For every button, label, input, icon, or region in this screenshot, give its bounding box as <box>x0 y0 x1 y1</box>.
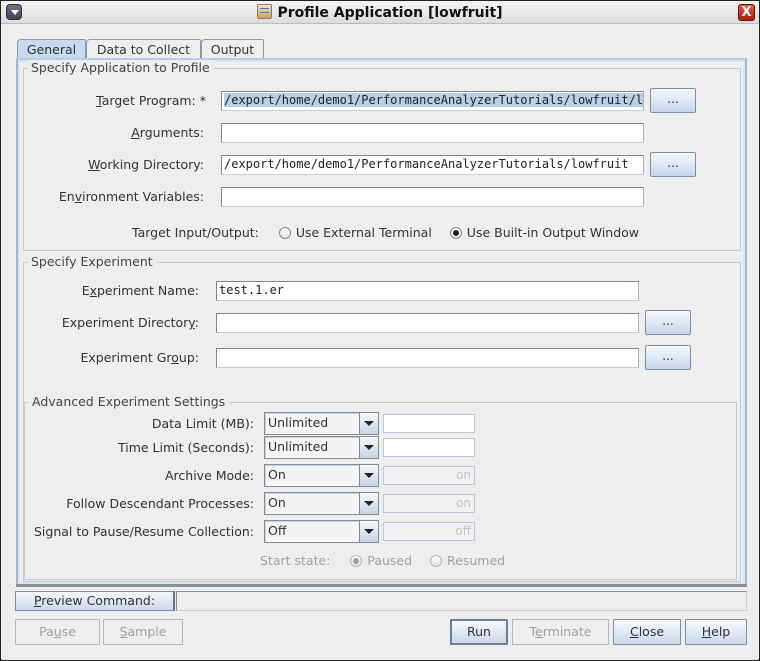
profile-application-dialog: Profile Application [lowfruit] X General… <box>0 0 760 661</box>
experiment-group-title: Specify Experiment <box>28 254 157 270</box>
start-state-label: Start state: <box>260 553 331 568</box>
radio-icon <box>430 555 443 567</box>
close-icon: X <box>741 5 752 20</box>
experiment-name-input[interactable]: test.1.er <box>216 281 639 301</box>
target-program-label: Target Program: * <box>96 93 206 108</box>
browse-working-directory-button[interactable]: ... <box>650 152 696 177</box>
help-button[interactable]: Help <box>685 619 747 645</box>
window-title: Profile Application [lowfruit] <box>277 5 503 21</box>
radio-icon <box>278 227 291 239</box>
close-button[interactable]: Close <box>613 619 681 645</box>
radio-builtin-output-window[interactable]: Use Built-in Output Window <box>449 225 639 240</box>
tab-general[interactable]: General <box>17 39 86 59</box>
radio-external-terminal[interactable]: Use External Terminal <box>278 225 432 240</box>
experiment-name-label: Experiment Name: <box>81 283 199 298</box>
follow-descendant-combo[interactable]: On <box>264 492 379 515</box>
data-limit-label: Data Limit (MB): <box>151 416 254 431</box>
browse-experiment-directory-button[interactable]: ... <box>645 310 691 335</box>
experiment-directory-label: Experiment Directory: <box>61 315 199 330</box>
data-limit-combo[interactable]: Unlimited <box>264 412 379 435</box>
environment-variables-input[interactable] <box>221 187 644 207</box>
title-bar[interactable]: Profile Application [lowfruit] X <box>1 1 759 24</box>
application-group-title: Specify Application to Profile <box>28 60 214 76</box>
archive-mode-value: On <box>265 465 360 486</box>
tab-panel-divider <box>16 584 747 587</box>
preview-command-field <box>176 591 747 611</box>
time-limit-field[interactable] <box>383 438 475 457</box>
radio-paused: Paused <box>350 553 412 568</box>
follow-descendant-label: Follow Descendant Processes: <box>66 496 254 511</box>
advanced-settings-title: Advanced Experiment Settings <box>29 394 230 410</box>
start-state-row: Start state: Paused Resumed <box>260 553 505 568</box>
signal-pause-resume-value: Off <box>265 521 360 542</box>
time-limit-label: Time Limit (Seconds): <box>117 440 254 455</box>
signal-pause-resume-field: off <box>383 522 475 541</box>
time-limit-combo[interactable]: Unlimited <box>264 436 379 459</box>
arguments-label: Arguments: <box>131 125 204 140</box>
browse-experiment-group-button[interactable]: ... <box>645 345 691 370</box>
experiment-directory-input[interactable] <box>216 313 639 333</box>
radio-checked-icon <box>350 555 363 567</box>
radio-checked-icon <box>449 227 462 239</box>
signal-pause-resume-combo[interactable]: Off <box>264 520 379 543</box>
terminate-button[interactable]: Terminate <box>512 619 609 645</box>
tab-output[interactable]: Output <box>201 39 264 59</box>
sample-button[interactable]: Sample <box>103 619 183 645</box>
target-program-input[interactable]: /export/home/demo1/PerformanceAnalyzerTu… <box>221 91 644 111</box>
data-limit-field[interactable] <box>383 414 475 433</box>
experiment-group-input[interactable] <box>216 348 639 368</box>
follow-descendant-value: On <box>265 493 360 514</box>
working-directory-input[interactable]: /export/home/demo1/PerformanceAnalyzerTu… <box>221 155 644 175</box>
browse-target-program-button[interactable]: ... <box>650 88 696 113</box>
target-io-label: Target Input/Output: <box>132 225 259 240</box>
chevron-down-icon[interactable] <box>360 493 378 514</box>
chevron-down-icon[interactable] <box>360 437 378 458</box>
signal-pause-resume-label: Signal to Pause/Resume Collection: <box>34 524 254 539</box>
pause-button[interactable]: Pause <box>15 619 100 645</box>
working-directory-label: Working Directory: <box>88 157 204 172</box>
follow-descendant-field: on <box>383 494 475 513</box>
time-limit-value: Unlimited <box>265 437 360 458</box>
radio-resumed: Resumed <box>430 553 505 568</box>
data-limit-value: Unlimited <box>265 413 360 434</box>
window-title-wrap: Profile Application [lowfruit] <box>1 4 759 21</box>
archive-mode-field: on <box>383 466 475 485</box>
close-window-button[interactable]: X <box>738 4 755 21</box>
app-icon <box>257 4 273 19</box>
archive-mode-label: Archive Mode: <box>164 468 254 483</box>
tab-data-to-collect[interactable]: Data to Collect <box>86 39 201 59</box>
target-io-row: Target Input/Output: Use External Termin… <box>132 225 639 240</box>
run-button[interactable]: Run <box>450 619 508 645</box>
chevron-down-icon[interactable] <box>360 465 378 486</box>
arguments-input[interactable] <box>221 123 644 143</box>
chevron-down-icon[interactable] <box>360 413 378 434</box>
archive-mode-combo[interactable]: On <box>264 464 379 487</box>
preview-command-button[interactable]: Preview Command: <box>15 591 175 611</box>
chevron-down-icon[interactable] <box>360 521 378 542</box>
environment-variables-label: Environment Variables: <box>58 189 204 204</box>
experiment-group-label: Experiment Group: <box>80 350 199 365</box>
